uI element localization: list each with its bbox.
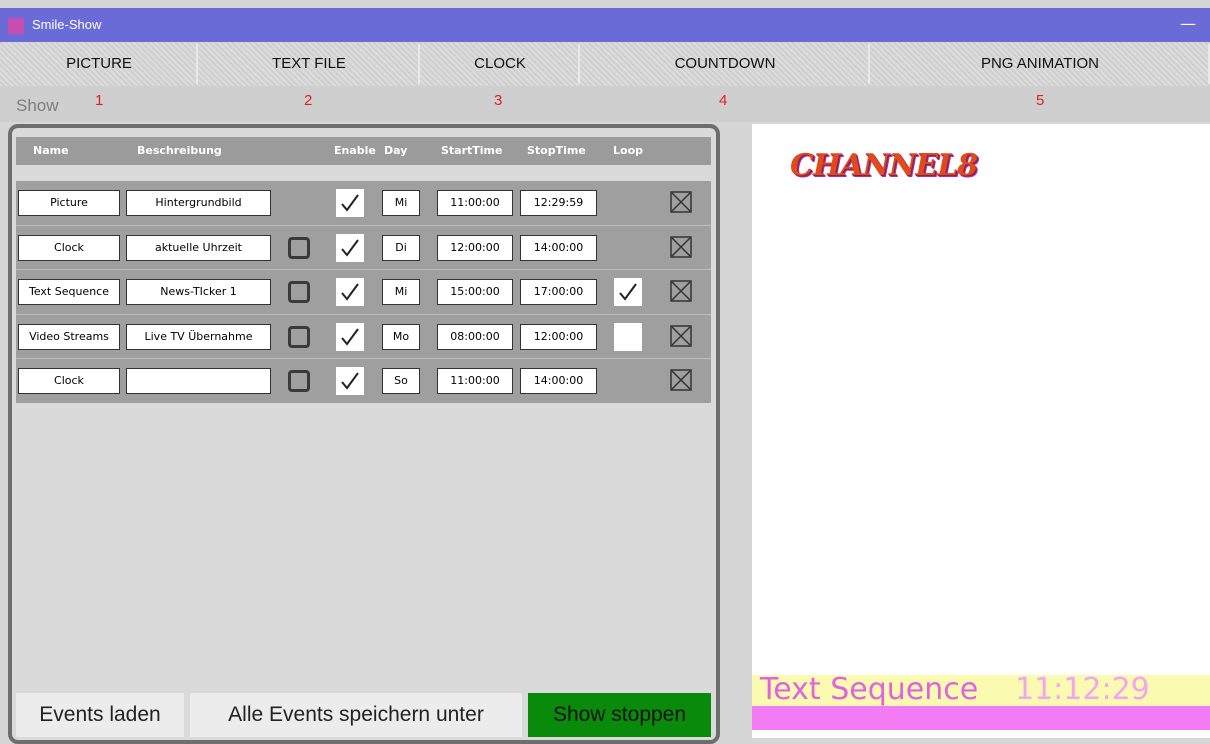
day-field[interactable]: Di xyxy=(382,235,420,261)
event-row: Video Streams Live TV Übernahme Mo 08:00:00… xyxy=(16,314,711,359)
layer-number-1: 1 xyxy=(95,92,104,109)
day-field[interactable]: Mi xyxy=(382,279,420,305)
event-description-field[interactable]: News-TIcker 1 xyxy=(126,279,271,305)
enable-checkbox[interactable] xyxy=(336,278,364,306)
event-description-field[interactable] xyxy=(126,368,271,394)
event-name-field[interactable]: Text Sequence xyxy=(18,279,120,305)
day-field[interactable]: Mo xyxy=(382,324,420,350)
event-name-field[interactable]: Picture xyxy=(18,190,120,216)
header-description: Beschreibung xyxy=(137,144,222,157)
event-name-field[interactable]: Clock xyxy=(18,368,120,394)
start-time-field[interactable]: 12:00:00 xyxy=(437,235,513,261)
app-icon xyxy=(8,18,24,34)
event-row: Text Sequence News-TIcker 1 Mi 15:00:00 17:0… xyxy=(16,269,711,314)
stop-show-button[interactable]: Show stoppen xyxy=(528,693,711,737)
minimize-button[interactable]: — xyxy=(1180,14,1196,33)
event-description-field[interactable]: Hintergrundbild xyxy=(126,190,271,216)
close-box-icon xyxy=(670,236,692,262)
event-row: Picture Hintergrundbild Mi 11:00:00 12:29:59 xyxy=(16,181,711,225)
stop-time-field[interactable]: 12:00:00 xyxy=(520,324,597,350)
close-box-icon xyxy=(670,191,692,217)
close-box-icon xyxy=(670,325,692,351)
tab-png-animation[interactable]: PNG ANIMATION xyxy=(870,42,1210,86)
select-checkbox[interactable] xyxy=(288,370,310,392)
stop-time-field[interactable]: 14:00:00 xyxy=(520,235,597,261)
layer-number-row: Show 1 2 3 4 5 xyxy=(0,86,1210,122)
channel8-logo: CHANNEL8 xyxy=(790,148,978,183)
loop-checkbox[interactable] xyxy=(614,323,642,351)
load-events-button[interactable]: Events laden xyxy=(16,693,184,737)
header-day: Day xyxy=(384,144,408,157)
start-time-field[interactable]: 08:00:00 xyxy=(437,324,513,350)
ticker-clock: 11:12:29 xyxy=(1015,672,1150,707)
layer-number-3: 3 xyxy=(494,92,503,109)
ticker-bar: Text Sequence 11:12:29 xyxy=(752,672,1210,707)
header-loop: Loop xyxy=(613,144,643,157)
ticker-text: Text Sequence xyxy=(760,672,979,707)
delete-event-button[interactable] xyxy=(670,280,692,302)
enable-checkbox[interactable] xyxy=(336,323,364,351)
start-time-field[interactable]: 11:00:00 xyxy=(437,190,513,216)
preview-canvas xyxy=(752,124,1210,738)
title-bar: Smile-Show — xyxy=(0,8,1210,42)
stop-time-field[interactable]: 12:29:59 xyxy=(520,190,597,216)
day-field[interactable]: So xyxy=(382,368,420,394)
stop-time-field[interactable]: 17:00:00 xyxy=(520,279,597,305)
delete-event-button[interactable] xyxy=(670,236,692,258)
show-label: Show xyxy=(16,96,59,115)
enable-checkbox[interactable] xyxy=(336,367,364,395)
stop-time-field[interactable]: 14:00:00 xyxy=(520,368,597,394)
start-time-field[interactable]: 11:00:00 xyxy=(437,368,513,394)
event-description-field[interactable]: Live TV Übernahme xyxy=(126,324,271,350)
event-name-field[interactable]: Clock xyxy=(18,235,120,261)
delete-event-button[interactable] xyxy=(670,325,692,347)
close-box-icon xyxy=(670,280,692,306)
select-checkbox[interactable] xyxy=(288,326,310,348)
event-row: Clock So 11:00:00 14:00:00 xyxy=(16,358,711,403)
enable-checkbox[interactable] xyxy=(336,234,364,262)
delete-event-button[interactable] xyxy=(670,191,692,213)
header-start-time: StartTime xyxy=(441,144,503,157)
delete-event-button[interactable] xyxy=(670,369,692,391)
layer-number-4: 4 xyxy=(719,92,728,109)
ticker-color-strip xyxy=(752,706,1210,730)
header-name: Name xyxy=(33,144,69,157)
tab-text-file[interactable]: TEXT FILE xyxy=(198,42,420,86)
select-checkbox[interactable] xyxy=(288,281,310,303)
header-stop-time: StopTime xyxy=(527,144,586,157)
source-tabs: PICTURE TEXT FILE CLOCK COUNTDOWN PNG AN… xyxy=(0,42,1210,86)
event-name-field[interactable]: Video Streams xyxy=(18,324,120,350)
layer-number-2: 2 xyxy=(304,92,313,109)
enable-checkbox[interactable] xyxy=(336,189,364,217)
select-checkbox[interactable] xyxy=(288,237,310,259)
start-time-field[interactable]: 15:00:00 xyxy=(437,279,513,305)
day-field[interactable]: Mi xyxy=(382,190,420,216)
loop-checkbox[interactable] xyxy=(614,278,642,306)
table-header: Name Beschreibung Enable Day StartTime S… xyxy=(16,137,711,165)
window-title: Smile-Show xyxy=(32,17,102,32)
tab-clock[interactable]: CLOCK xyxy=(420,42,580,86)
save-events-as-button[interactable]: Alle Events speichern unter xyxy=(190,693,522,737)
close-box-icon xyxy=(670,369,692,395)
event-description-field[interactable]: aktuelle Uhrzeit xyxy=(126,235,271,261)
layer-number-5: 5 xyxy=(1036,92,1045,109)
header-enable: Enable xyxy=(334,144,376,157)
tab-countdown[interactable]: COUNTDOWN xyxy=(580,42,870,86)
event-row: Clock aktuelle Uhrzeit Di 12:00:00 14:00:00 xyxy=(16,225,711,270)
tab-picture[interactable]: PICTURE xyxy=(0,42,198,86)
